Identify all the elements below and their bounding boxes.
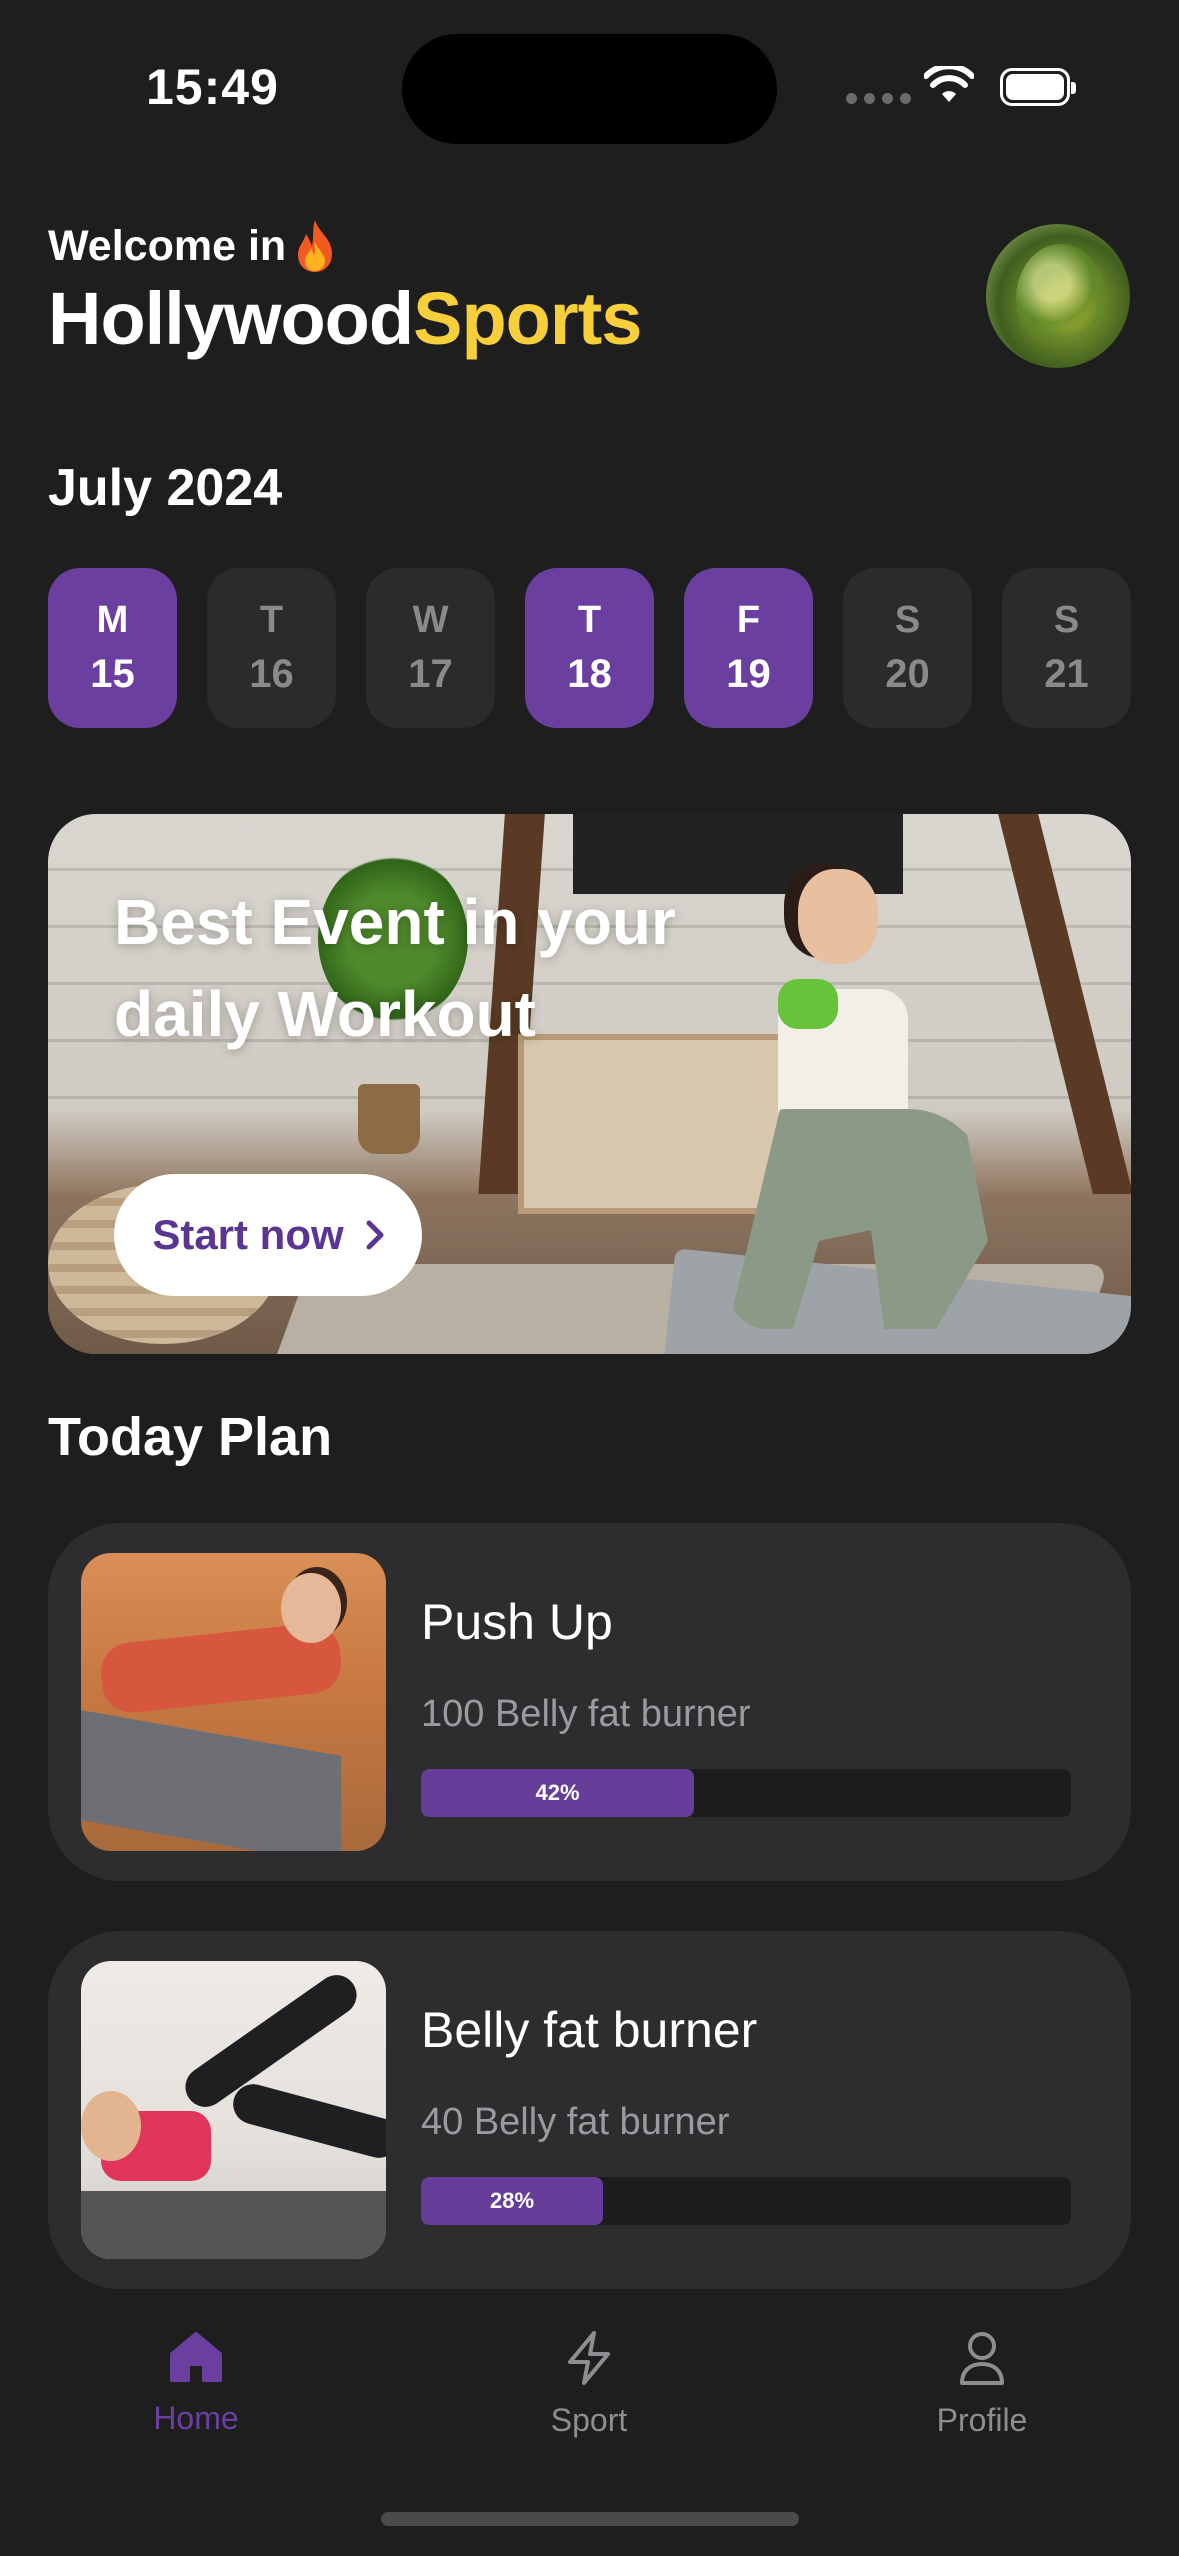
home-icon — [170, 2332, 222, 2382]
user-icon — [960, 2332, 1004, 2385]
day-18[interactable]: T 18 — [525, 568, 654, 728]
day-name: T — [577, 599, 602, 641]
day-date: 21 — [1044, 652, 1089, 696]
progress-label: 28% — [489, 2188, 535, 2213]
day-date: 15 — [90, 652, 135, 696]
day-name: F — [736, 599, 761, 641]
week-day-selector: M 15 T 16 W 17 T 18 F 19 S 20 S 21 — [48, 568, 1131, 728]
day-date: 17 — [408, 652, 453, 696]
brand-part-2: Sports — [413, 277, 642, 360]
fire-icon — [298, 220, 333, 272]
dynamic-island — [402, 34, 777, 144]
day-21[interactable]: S 21 — [1002, 568, 1131, 728]
start-now-label: Start now — [152, 1211, 344, 1258]
plan-card-push-up[interactable]: Push Up 100 Belly fat burner 42% — [48, 1523, 1131, 1881]
brand-title: HollywoodSports — [48, 276, 642, 361]
banner-title: Best Event in your daily Workout — [114, 876, 676, 1060]
progress-fill: 42% — [421, 1769, 694, 1817]
workout-banner[interactable]: Best Event in your daily Workout Start n… — [48, 814, 1131, 1354]
day-name: S — [894, 599, 921, 641]
plan-card-belly-fat-burner[interactable]: Belly fat burner 40 Belly fat burner 28% — [48, 1931, 1131, 2289]
day-16[interactable]: T 16 — [207, 568, 336, 728]
cellular-signal-icon — [846, 93, 911, 104]
tab-sport-label: Sport — [550, 2402, 628, 2438]
welcome-label: Welcome in — [48, 221, 287, 270]
plan-card-title: Push Up — [421, 1594, 613, 1650]
home-indicator — [381, 2512, 799, 2526]
banner-title-line-2: daily Workout — [114, 978, 536, 1050]
chevron-right-icon — [366, 1220, 384, 1250]
day-name: M — [96, 599, 129, 641]
day-19[interactable]: F 19 — [684, 568, 813, 728]
battery-icon — [1000, 68, 1076, 106]
tab-home[interactable]: Home — [96, 2330, 296, 2437]
day-name: W — [412, 599, 449, 641]
progress-bar: 42% — [421, 1769, 1071, 1817]
progress-label: 42% — [535, 1780, 580, 1805]
status-time: 15:49 — [146, 59, 279, 115]
tab-profile-label: Profile — [936, 2402, 1028, 2438]
day-name: S — [1053, 599, 1080, 641]
plan-card-title: Belly fat burner — [421, 2002, 758, 2058]
push-up-thumbnail — [81, 1553, 386, 1851]
month-title: July 2024 — [48, 459, 283, 517]
banner-title-line-1: Best Event in your — [114, 886, 676, 958]
day-15[interactable]: M 15 — [48, 568, 177, 728]
progress-bar: 28% — [421, 2177, 1071, 2225]
plan-card-subtitle: 40 Belly fat burner — [421, 2101, 730, 2143]
start-now-button[interactable]: Start now — [114, 1174, 422, 1296]
day-date: 18 — [567, 652, 612, 696]
welcome-text: Welcome in — [48, 218, 338, 274]
plan-card-subtitle: 100 Belly fat burner — [421, 1693, 751, 1735]
today-plan-title: Today Plan — [48, 1407, 333, 1467]
day-date: 16 — [249, 652, 294, 696]
day-date: 19 — [726, 652, 771, 696]
day-name: T — [259, 599, 284, 641]
brand-part-1: Hollywood — [48, 277, 414, 360]
day-20[interactable]: S 20 — [843, 568, 972, 728]
tab-profile[interactable]: Profile — [882, 2330, 1082, 2439]
avatar[interactable] — [986, 224, 1130, 368]
day-date: 20 — [885, 652, 930, 696]
belly-fat-burner-thumbnail — [81, 1961, 386, 2259]
wifi-icon — [924, 66, 974, 102]
lightning-icon — [568, 2331, 610, 2385]
tab-home-label: Home — [153, 2400, 239, 2436]
day-17[interactable]: W 17 — [366, 568, 495, 728]
progress-fill: 28% — [421, 2177, 603, 2225]
tab-sport[interactable]: Sport — [489, 2330, 689, 2439]
